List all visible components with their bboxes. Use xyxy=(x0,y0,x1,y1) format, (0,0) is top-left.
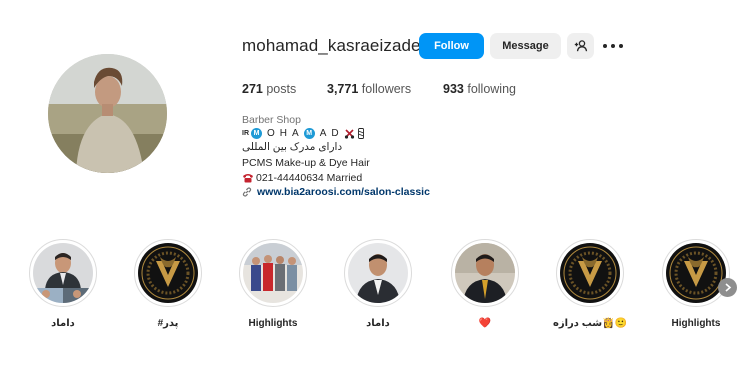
bio-website-text: www.bia2aroosi.com/salon-classic xyxy=(257,186,430,198)
bio-letter: D xyxy=(331,128,339,139)
followers-number: 3,771 xyxy=(327,82,359,96)
bio-services-line: PCMS Make-up & Dye Hair xyxy=(242,157,370,169)
bio-name-line: IR M O H A M A D xyxy=(242,128,365,139)
highlight-item[interactable]: داماد xyxy=(344,239,412,329)
add-person-icon xyxy=(574,40,587,52)
highlight-cover xyxy=(33,243,93,303)
posts-number: 271 xyxy=(242,82,263,96)
bio-letter: O xyxy=(267,128,275,139)
bio-letter: A xyxy=(319,128,327,139)
highlight-label: #پدر xyxy=(157,318,179,329)
highlight-label: داماد xyxy=(51,318,75,329)
highlight-item[interactable]: Highlights xyxy=(662,239,730,329)
logo-gold-black xyxy=(666,243,726,303)
highlight-cover xyxy=(243,243,303,303)
highlight-item[interactable]: ❤️ xyxy=(451,239,519,329)
bio-website-link[interactable]: www.bia2aroosi.com/salon-classic xyxy=(242,186,430,198)
photo-group xyxy=(243,243,303,303)
following-link[interactable]: 933 following xyxy=(443,82,516,96)
logo-gold-black xyxy=(138,243,198,303)
chevron-right-icon xyxy=(724,283,731,292)
highlight-ring xyxy=(556,239,624,307)
highlight-cover xyxy=(348,243,408,303)
highlight-item[interactable]: Highlights xyxy=(239,239,307,329)
highlight-ring xyxy=(134,239,202,307)
bio-phone-text: 021-44440634 Married xyxy=(256,172,363,184)
photo-man-suit xyxy=(348,243,408,303)
bio-letter: A xyxy=(292,128,299,139)
highlight-label: شب درازه👸🙂 xyxy=(552,318,628,329)
highlight-item[interactable]: داماد xyxy=(29,239,97,329)
posts-count: 271 posts xyxy=(242,82,296,96)
highlight-label: Highlights xyxy=(671,318,721,329)
photo-groom-collage xyxy=(33,243,93,303)
suggest-accounts-button[interactable] xyxy=(567,33,594,59)
barber-pole-icon xyxy=(357,128,364,139)
following-label: following xyxy=(467,82,516,96)
highlight-ring xyxy=(344,239,412,307)
highlight-label: Highlights xyxy=(248,318,298,329)
message-button[interactable]: Message xyxy=(490,33,561,59)
bio-phone-line: 021-44440634 Married xyxy=(242,172,362,184)
highlights-next-button[interactable] xyxy=(718,278,737,297)
profile-photo-man-in-field xyxy=(48,54,167,173)
photo-man-tie xyxy=(455,243,515,303)
highlight-item[interactable]: #پدر xyxy=(134,239,202,329)
following-number: 933 xyxy=(443,82,464,96)
highlight-ring xyxy=(29,239,97,307)
scissors-icon xyxy=(344,129,354,139)
follow-button[interactable]: Follow xyxy=(419,33,484,59)
highlight-cover xyxy=(666,243,726,303)
highlight-cover xyxy=(138,243,198,303)
highlight-label: ❤️ xyxy=(478,318,492,329)
profile-avatar[interactable] xyxy=(48,54,167,173)
username: mohamad_kasraeizade xyxy=(242,36,421,55)
bio-letter: M xyxy=(251,128,262,139)
bio-letter: M xyxy=(303,128,315,139)
logo-gold-black xyxy=(560,243,620,303)
highlight-item[interactable]: شب درازه👸🙂 xyxy=(553,239,627,329)
highlight-cover xyxy=(455,243,515,303)
link-icon xyxy=(242,187,252,197)
bio-ir-prefix: IR xyxy=(242,130,249,137)
more-options-icon[interactable] xyxy=(603,38,623,54)
highlight-ring xyxy=(451,239,519,307)
highlight-label: داماد xyxy=(366,318,390,329)
telephone-icon xyxy=(243,174,253,183)
highlight-ring xyxy=(239,239,307,307)
highlight-cover xyxy=(560,243,620,303)
followers-label: followers xyxy=(361,82,412,96)
bio-letter: H xyxy=(279,128,288,139)
bio-category: Barber Shop xyxy=(242,114,301,126)
bio-certificate-line: دارای مدرک بین المللی xyxy=(242,141,343,153)
followers-link[interactable]: 3,771 followers xyxy=(327,82,411,96)
posts-label: posts xyxy=(266,82,297,96)
highlight-ring xyxy=(662,239,730,307)
